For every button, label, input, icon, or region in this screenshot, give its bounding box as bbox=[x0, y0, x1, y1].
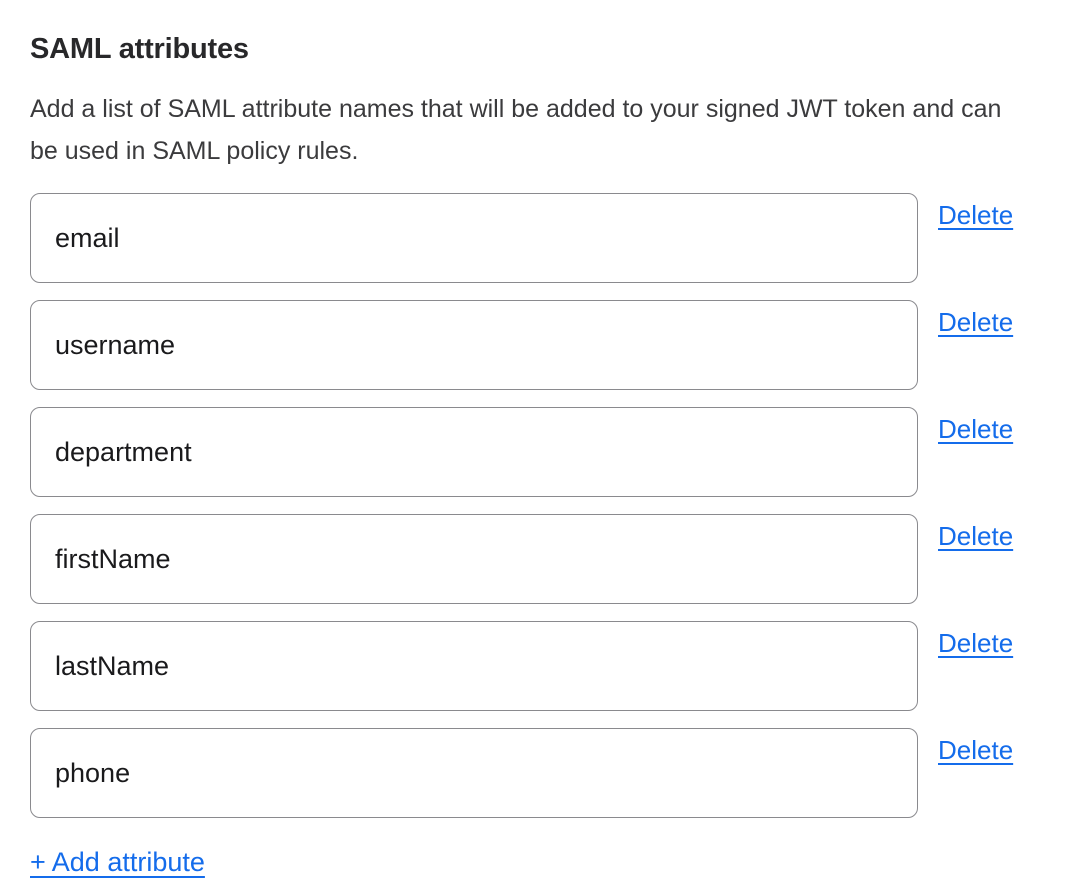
attribute-list: Delete Delete Delete Delete Delete Delet… bbox=[30, 193, 1036, 818]
delete-link[interactable]: Delete bbox=[938, 193, 1013, 230]
attribute-row: Delete bbox=[30, 300, 1036, 390]
saml-attributes-section: SAML attributes Add a list of SAML attri… bbox=[0, 0, 1066, 878]
attribute-input[interactable] bbox=[30, 407, 918, 497]
page-title: SAML attributes bbox=[30, 32, 1036, 66]
delete-link[interactable]: Delete bbox=[938, 407, 1013, 444]
attribute-row: Delete bbox=[30, 514, 1036, 604]
page-description: Add a list of SAML attribute names that … bbox=[30, 88, 1036, 172]
attribute-input[interactable] bbox=[30, 514, 918, 604]
attribute-row: Delete bbox=[30, 621, 1036, 711]
attribute-input[interactable] bbox=[30, 193, 918, 283]
attribute-row: Delete bbox=[30, 193, 1036, 283]
attribute-input[interactable] bbox=[30, 728, 918, 818]
attribute-row: Delete bbox=[30, 728, 1036, 818]
attribute-input[interactable] bbox=[30, 300, 918, 390]
delete-link[interactable]: Delete bbox=[938, 514, 1013, 551]
attribute-input[interactable] bbox=[30, 621, 918, 711]
delete-link[interactable]: Delete bbox=[938, 728, 1013, 765]
delete-link[interactable]: Delete bbox=[938, 300, 1013, 337]
add-attribute-link[interactable]: + Add attribute bbox=[30, 846, 205, 878]
delete-link[interactable]: Delete bbox=[938, 621, 1013, 658]
attribute-row: Delete bbox=[30, 407, 1036, 497]
